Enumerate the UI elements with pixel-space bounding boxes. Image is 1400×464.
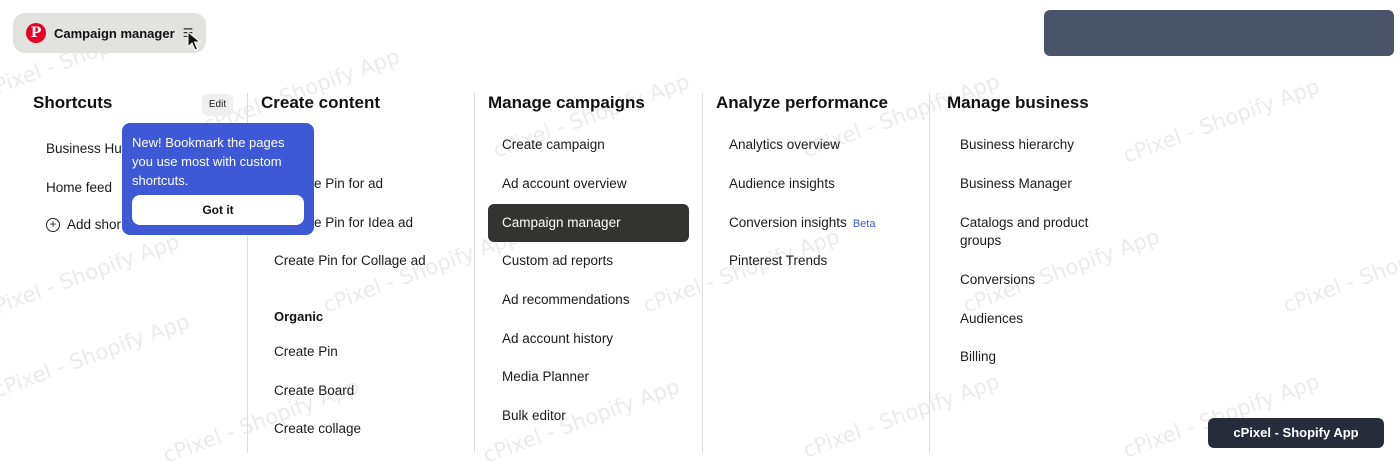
pinterest-trends-link[interactable]: Pinterest Trends: [729, 252, 827, 270]
conversion-insights-link[interactable]: Conversion insights Beta: [729, 214, 875, 233]
conversion-insights-label: Conversion insights: [729, 215, 847, 230]
campaign-manager-menu-button[interactable]: P Campaign manager ☰: [13, 13, 206, 53]
shortcuts-title: Shortcuts: [33, 93, 113, 112]
create-board-link[interactable]: Create Board: [274, 382, 354, 400]
create-pin-link[interactable]: Create Pin: [274, 343, 338, 361]
ad-recommendations-link[interactable]: Ad recommendations: [502, 291, 630, 309]
watermark-text: cPixel - Shopify App: [800, 369, 1003, 463]
audience-insights-link[interactable]: Audience insights: [729, 175, 835, 193]
mouse-cursor-icon: [187, 31, 201, 51]
conversions-link[interactable]: Conversions: [960, 271, 1035, 289]
watermark-text: cPixel - Shopify App: [1120, 369, 1323, 463]
watermark-text: cPixel - Shopify App: [1120, 74, 1323, 168]
create-pin-for-ad-link[interactable]: e Pin for ad: [314, 175, 383, 193]
manage-campaigns-title: Manage campaigns: [488, 93, 645, 112]
column-divider: [474, 93, 475, 453]
add-shortcut-button[interactable]: + Add shor: [46, 217, 121, 232]
top-right-panel: [1044, 10, 1394, 56]
analytics-overview-link[interactable]: Analytics overview: [729, 136, 840, 154]
create-pin-for-collage-ad-link[interactable]: Create Pin for Collage ad: [274, 252, 426, 270]
bulk-editor-link[interactable]: Bulk editor: [502, 407, 566, 425]
edit-shortcuts-button[interactable]: Edit: [202, 94, 233, 116]
watermark-text: cPixel - Shopify App: [0, 229, 183, 323]
audiences-link[interactable]: Audiences: [960, 310, 1023, 328]
create-pin-for-idea-ad-link[interactable]: e Pin for Idea ad: [314, 214, 413, 232]
menu-title: Campaign manager: [54, 25, 175, 41]
catalogs-and-product-groups-link[interactable]: Catalogs and product groups: [960, 214, 1110, 250]
create-campaign-link[interactable]: Create campaign: [502, 136, 605, 154]
beta-badge: Beta: [852, 218, 876, 230]
campaign-manager-link-active[interactable]: Campaign manager: [488, 204, 689, 242]
media-planner-link[interactable]: Media Planner: [502, 368, 589, 386]
shortcut-item-business-hub[interactable]: Business Hu: [46, 140, 122, 158]
plus-circle-icon: +: [46, 217, 60, 232]
tooltip-text: New! Bookmark the pages you use most wit…: [132, 135, 285, 188]
analyze-performance-title: Analyze performance: [716, 93, 888, 112]
column-divider: [929, 93, 930, 453]
watermark-badge: cPixel - Shopify App: [1208, 418, 1384, 448]
pinterest-logo-icon: P: [26, 23, 46, 43]
billing-link[interactable]: Billing: [960, 348, 996, 366]
manage-business-title: Manage business: [947, 93, 1089, 112]
got-it-button[interactable]: Got it: [132, 195, 304, 225]
shortcut-item-home-feed[interactable]: Home feed: [46, 179, 112, 197]
add-shortcut-label: Add shor: [67, 217, 122, 232]
shortcuts-tooltip: New! Bookmark the pages you use most wit…: [122, 123, 314, 235]
create-collage-link[interactable]: Create collage: [274, 420, 361, 438]
organic-section-label: Organic: [274, 309, 324, 324]
watermark-text: cPixel - Shopify App: [0, 309, 193, 403]
ad-account-history-link[interactable]: Ad account history: [502, 330, 613, 348]
column-divider: [702, 93, 703, 453]
custom-ad-reports-link[interactable]: Custom ad reports: [502, 252, 613, 270]
watermark-text: cPixel - Shopify App: [1280, 224, 1400, 318]
business-hierarchy-link[interactable]: Business hierarchy: [960, 136, 1074, 154]
business-manager-link[interactable]: Business Manager: [960, 175, 1072, 193]
create-content-title: Create content: [261, 93, 381, 112]
ad-account-overview-link[interactable]: Ad account overview: [502, 175, 627, 193]
